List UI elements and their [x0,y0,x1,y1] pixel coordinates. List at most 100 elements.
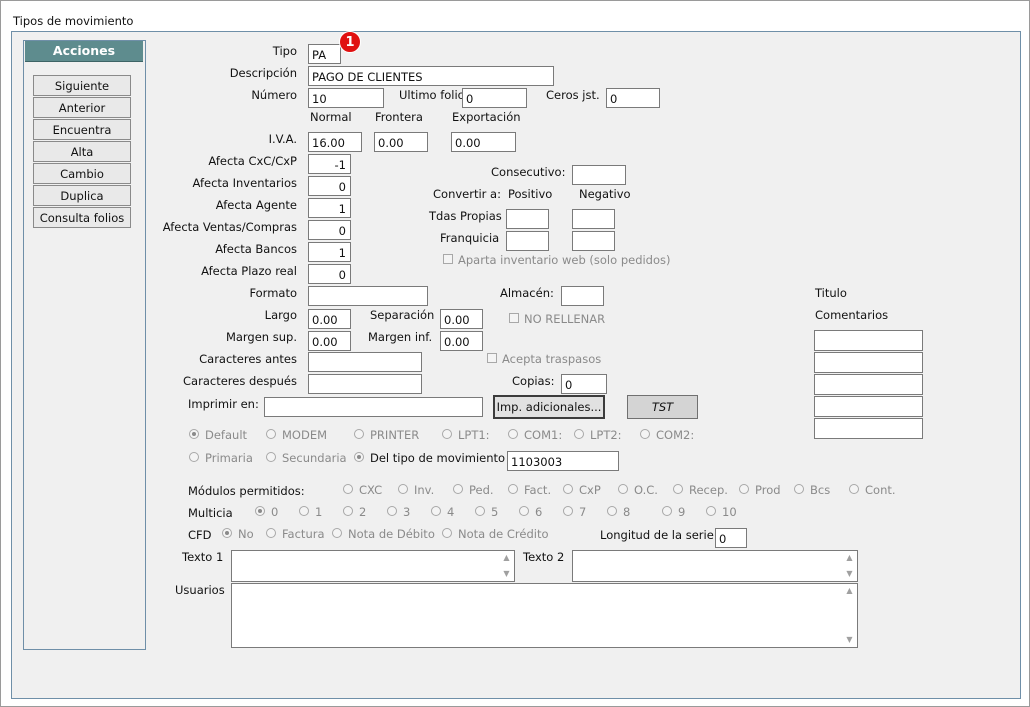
siguiente-button[interactable]: Siguiente [33,75,131,96]
formato-input[interactable] [308,286,428,306]
consecutivo-label: Consecutivo: [491,165,566,179]
caracteres-antes-input[interactable] [308,352,422,372]
modulo-fact-radio[interactable] [508,484,518,494]
multicia-0-radio[interactable] [255,506,265,516]
descripcion-input[interactable]: PAGO DE CLIENTES [308,66,554,86]
usuarios-scrollbar[interactable]: ▲ ▼ [842,584,857,647]
comentarios-input-5[interactable] [814,418,923,439]
franquicia-negativo-input[interactable] [572,231,615,251]
comentarios-input-1[interactable] [814,330,923,351]
caracteres-despues-input[interactable] [308,374,422,394]
copias-input[interactable]: 0 [561,374,607,394]
modulo-oc-radio[interactable] [618,484,628,494]
afecta-agente-input[interactable]: 1 [308,198,351,218]
scroll-down-icon[interactable]: ▼ [842,568,857,580]
modulo-cxc-radio[interactable] [343,484,353,494]
modulo-bcs-radio[interactable] [794,484,804,494]
multicia-3-radio[interactable] [387,506,397,516]
modulo-recep-radio[interactable] [673,484,683,494]
modulo-ped-radio[interactable] [453,484,463,494]
alta-button[interactable]: Alta [33,141,131,162]
separacion-label: Separación [370,308,435,322]
consulta-folios-button[interactable]: Consulta folios [33,207,131,228]
scroll-up-icon[interactable]: ▲ [499,552,514,564]
cambio-button[interactable]: Cambio [33,163,131,184]
iva-normal-input[interactable]: 16.00 [308,132,362,152]
acepta-traspasos-checkbox[interactable] [487,353,497,363]
multicia-6-radio[interactable] [519,506,529,516]
cfd-nota-credito-radio[interactable] [442,528,452,538]
no-rellenar-checkbox[interactable] [509,313,519,323]
scroll-up-icon[interactable]: ▲ [842,552,857,564]
texto1-scrollbar[interactable]: ▲ ▼ [499,551,514,581]
modulo-cont-radio[interactable] [849,484,859,494]
cfd-no-radio[interactable] [222,528,232,538]
afecta-plazo-input[interactable]: 0 [308,264,351,284]
multicia-7-radio[interactable] [563,506,573,516]
multicia-5-radio[interactable] [475,506,485,516]
modulo-prod-radio[interactable] [739,484,749,494]
window-title: Tipos de movimiento [13,14,134,28]
comentarios-input-4[interactable] [814,396,923,417]
tipo-input[interactable]: PA [308,44,341,64]
cfd-factura-radio[interactable] [266,528,276,538]
printer-lpt1-radio[interactable] [442,429,452,439]
multicia-8-radio[interactable] [607,506,617,516]
almacen-input[interactable] [561,286,604,306]
printer-modem-radio[interactable] [266,429,276,439]
texto1-textarea[interactable]: ▲ ▼ [231,550,515,582]
imprimir-input[interactable] [264,397,483,417]
usuarios-textarea[interactable]: ▲ ▼ [231,583,858,648]
margen-inf-input[interactable]: 0.00 [440,331,483,351]
afecta-cxc-input[interactable]: -1 [308,154,351,174]
serie-secundaria-radio[interactable] [266,452,276,462]
printer-lpt2-radio[interactable] [574,429,584,439]
numero-input[interactable]: 10 [308,88,384,108]
printer-default-radio[interactable] [189,429,199,439]
ultimo-folio-input[interactable]: 0 [462,88,527,108]
consecutivo-input[interactable] [572,165,626,185]
scroll-down-icon[interactable]: ▼ [842,634,857,646]
tdas-propias-negativo-input[interactable] [572,209,615,229]
scroll-down-icon[interactable]: ▼ [499,568,514,580]
ceros-input[interactable]: 0 [606,88,660,108]
serie-primaria-radio[interactable] [189,452,199,462]
texto2-textarea[interactable]: ▲ ▼ [572,550,858,582]
scroll-up-icon[interactable]: ▲ [842,585,857,597]
texto2-scrollbar[interactable]: ▲ ▼ [842,551,857,581]
duplica-button[interactable]: Duplica [33,185,131,206]
multicia-2-radio[interactable] [343,506,353,516]
texto1-label: Texto 1 [182,550,224,564]
comentarios-input-3[interactable] [814,374,923,395]
encuentra-button[interactable]: Encuentra [33,119,131,140]
serie-input[interactable]: 1103003 [507,451,619,471]
modulo-inv-radio[interactable] [398,484,408,494]
aparta-inventario-checkbox[interactable] [443,254,453,264]
comentarios-input-2[interactable] [814,352,923,373]
multicia-9-radio[interactable] [662,506,672,516]
multicia-10-radio[interactable] [706,506,716,516]
afecta-inventarios-input[interactable]: 0 [308,176,351,196]
anterior-button[interactable]: Anterior [33,97,131,118]
largo-input[interactable]: 0.00 [308,309,351,329]
printer-printer-radio[interactable] [354,429,364,439]
iva-exportacion-input[interactable]: 0.00 [451,132,516,152]
longitud-serie-input[interactable]: 0 [715,528,747,548]
tst-button[interactable]: TST [627,395,698,419]
modulo-bcs-label: Bcs [810,483,831,497]
margen-sup-input[interactable]: 0.00 [308,331,351,351]
serie-tipo-movimiento-radio[interactable] [354,452,364,462]
afecta-ventas-input[interactable]: 0 [308,220,351,240]
printer-com1-radio[interactable] [508,429,518,439]
separacion-input[interactable]: 0.00 [440,309,483,329]
afecta-bancos-input[interactable]: 1 [308,242,351,262]
iva-frontera-input[interactable]: 0.00 [374,132,428,152]
tdas-propias-positivo-input[interactable] [506,209,549,229]
cfd-nota-debito-radio[interactable] [332,528,342,538]
franquicia-positivo-input[interactable] [506,231,549,251]
imp-adicionales-button[interactable]: Imp. adicionales... [493,395,605,419]
printer-com2-radio[interactable] [640,429,650,439]
multicia-1-radio[interactable] [299,506,309,516]
modulo-cxp-radio[interactable] [563,484,573,494]
multicia-4-radio[interactable] [431,506,441,516]
